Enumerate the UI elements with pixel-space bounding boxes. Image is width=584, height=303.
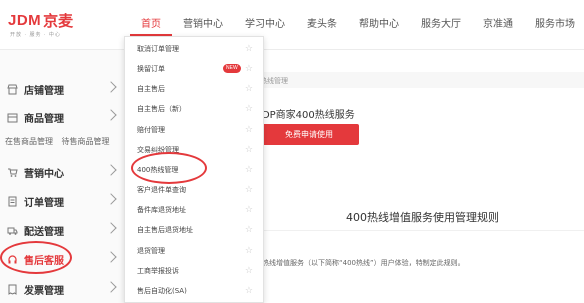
sidebar-item-invoice[interactable]: 发票管理	[0, 274, 125, 303]
menu-item-cancel-order[interactable]: 取消订单管理 ☆	[125, 41, 265, 56]
star-icon[interactable]: ☆	[245, 43, 253, 54]
order-icon	[6, 195, 18, 207]
rules-title: 400热线增值服务使用管理规则	[346, 211, 499, 224]
sidebar-item-label: 发票管理	[24, 285, 64, 297]
nav-item-help[interactable]: 帮助中心	[348, 0, 410, 50]
chevron-right-icon	[105, 251, 117, 263]
nav-item-service-market[interactable]: 服务市场	[524, 0, 584, 50]
chevron-right-icon	[105, 281, 117, 293]
logo-brand-cn: 京麦	[43, 11, 74, 30]
service-title: JDP商家400热线服务	[259, 110, 355, 121]
subitem-pending-sale[interactable]: 待售商品管理	[62, 137, 110, 146]
nav-item-headlines[interactable]: 麦头条	[296, 0, 348, 50]
menu-item-automation[interactable]: 售后自动化(SA) ☆	[125, 283, 265, 298]
truck-icon	[6, 224, 18, 236]
menu-item-label: 工商举报投诉	[137, 266, 179, 275]
menu-item-label: 赔付管理	[137, 125, 165, 134]
nav-item-home[interactable]: 首页	[130, 0, 172, 36]
menu-item-label: 客户退件单查询	[137, 185, 186, 194]
star-icon[interactable]: ☆	[245, 184, 253, 195]
logo-brand: JDM	[8, 11, 42, 29]
star-icon[interactable]: ☆	[245, 245, 253, 256]
nav-item-jzt[interactable]: 京准通	[472, 0, 524, 50]
star-icon[interactable]: ☆	[245, 265, 253, 276]
nav-item-service-hall[interactable]: 服务大厅	[410, 0, 472, 50]
cart-icon	[6, 166, 18, 178]
star-icon[interactable]: ☆	[245, 204, 253, 215]
sidebar-item-store[interactable]: 店铺管理	[0, 74, 125, 104]
sidebar-item-products[interactable]: 商品管理	[0, 102, 125, 132]
menu-item-label: 售后自动化(SA)	[137, 286, 187, 295]
menu-item-spare-parts-address[interactable]: 备件库退货地址 ☆	[125, 202, 265, 217]
sidebar-item-marketing[interactable]: 营销中心	[0, 157, 125, 187]
sidebar-item-delivery[interactable]: 配送管理	[0, 215, 125, 245]
box-icon	[6, 111, 18, 123]
menu-item-complaints[interactable]: 工商举报投诉 ☆	[125, 263, 265, 278]
menu-item-compensation[interactable]: 赔付管理 ☆	[125, 122, 265, 137]
sidebar-item-label: 配送管理	[24, 226, 64, 238]
logo-tagline: 开放 · 服务 · 中心	[10, 32, 61, 38]
menu-item-label: 取消订单管理	[137, 44, 179, 53]
star-icon[interactable]: ☆	[245, 83, 253, 94]
top-navigation-bar: JDM 京麦 开放 · 服务 · 中心 首页 营销中心 学习中心 麦头条 帮助中…	[0, 0, 584, 50]
menu-item-label: 自主售后（新）	[137, 104, 186, 113]
menu-item-self-after-sales[interactable]: 自主售后 ☆	[125, 81, 265, 96]
star-icon[interactable]: ☆	[245, 124, 253, 135]
chevron-right-icon	[105, 193, 117, 205]
chevron-right-icon	[105, 109, 117, 121]
store-icon	[6, 83, 18, 95]
subitem-on-sale[interactable]: 在售商品管理	[5, 137, 53, 146]
apply-free-button[interactable]: 免费申请使用	[259, 124, 359, 145]
menu-item-self-after-sales-new[interactable]: 自主售后（新） ☆	[125, 101, 265, 116]
rules-text: 热线增值服务（以下简称“400热线”）用户体验，特制定此规则。	[262, 259, 465, 267]
chevron-right-icon	[105, 81, 117, 93]
menu-item-label: 备件库退货地址	[137, 205, 186, 214]
sidebar-item-orders[interactable]: 订单管理	[0, 186, 125, 216]
star-icon[interactable]: ☆	[245, 164, 253, 175]
sidebar-item-label: 营销中心	[24, 168, 64, 180]
new-badge: NEW	[223, 64, 241, 73]
invoice-icon	[6, 283, 18, 295]
star-icon[interactable]: ☆	[245, 103, 253, 114]
sidebar-subitems: 在售商品管理 待售商品管理	[5, 136, 116, 147]
divider	[259, 230, 584, 231]
menu-item-return-query[interactable]: 客户退件单查询 ☆	[125, 182, 265, 197]
chevron-right-icon	[105, 164, 117, 176]
star-icon[interactable]: ☆	[245, 224, 253, 235]
jdm-logo[interactable]: JDM 京麦 开放 · 服务 · 中心	[8, 10, 108, 40]
menu-item-label: 自主售后退货地址	[137, 225, 193, 234]
annotation-circle	[0, 241, 72, 274]
annotation-circle	[131, 152, 207, 184]
menu-item-label: 换留订单	[137, 64, 165, 73]
menu-item-return-management[interactable]: 退货管理 ☆	[125, 243, 265, 258]
sidebar-item-label: 店铺管理	[24, 85, 64, 97]
star-icon[interactable]: ☆	[245, 144, 253, 155]
star-icon[interactable]: ☆	[245, 285, 253, 296]
menu-item-exchange-order[interactable]: 换留订单 NEW ☆	[125, 61, 265, 76]
sidebar-item-label: 订单管理	[24, 197, 64, 209]
menu-item-label: 自主售后	[137, 84, 165, 93]
menu-item-return-address[interactable]: 自主售后退货地址 ☆	[125, 222, 265, 237]
chevron-right-icon	[105, 222, 117, 234]
star-icon[interactable]: ☆	[245, 63, 253, 74]
menu-item-label: 退货管理	[137, 246, 165, 255]
sidebar-item-label: 商品管理	[24, 113, 64, 125]
